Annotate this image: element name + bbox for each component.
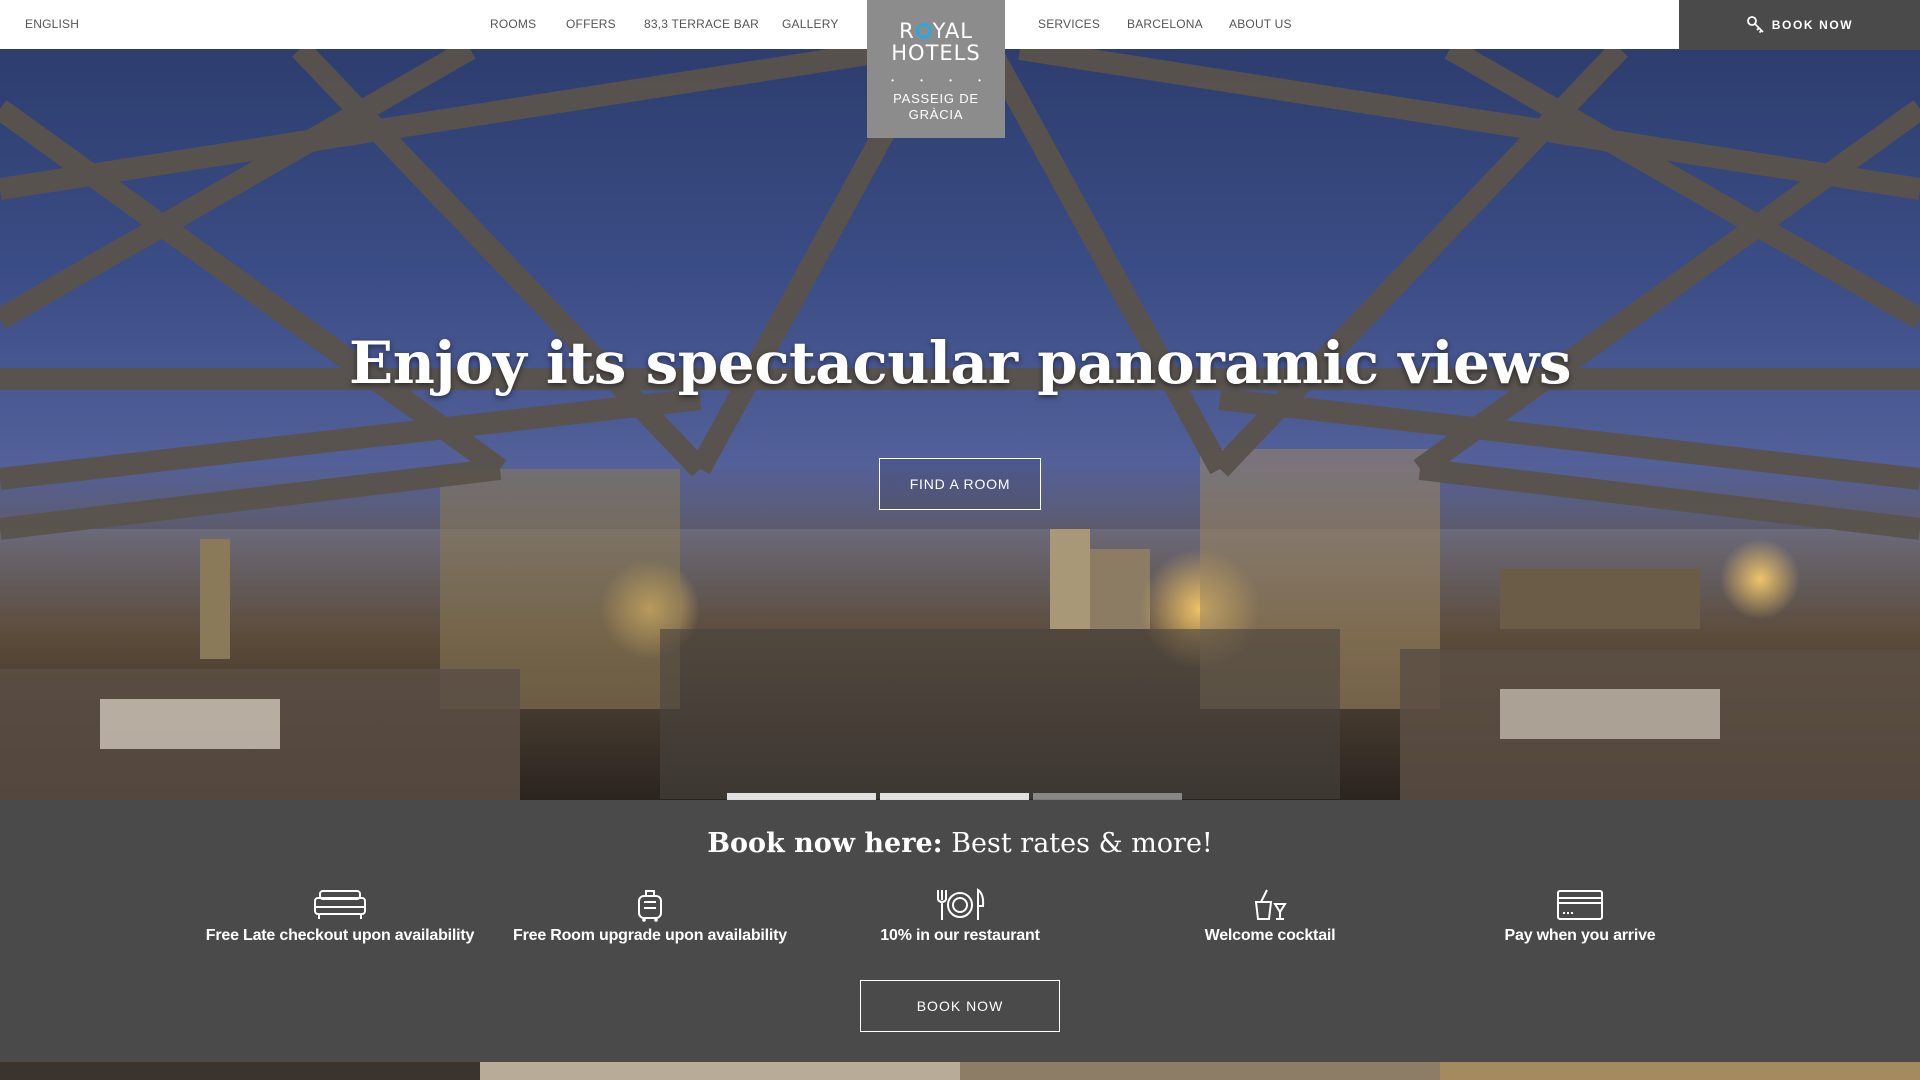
- slider-dot-2[interactable]: [880, 793, 1029, 800]
- logo-stars: • • • •: [891, 76, 993, 85]
- benefit-label: Free Room upgrade upon availability: [513, 927, 787, 944]
- booking-title: Book now here: Best rates & more!: [707, 828, 1213, 859]
- gallery-preview-strip: [0, 1062, 1920, 1080]
- language-selector[interactable]: ENGLISH: [25, 17, 79, 31]
- benefit-label: Pay when you arrive: [1504, 927, 1656, 944]
- logo-wordmark-royal: R YAL: [899, 19, 973, 43]
- credit-card-icon: [1557, 890, 1603, 920]
- nav-gallery[interactable]: GALLERY: [782, 17, 839, 31]
- gallery-thumb-4[interactable]: [1440, 1062, 1920, 1080]
- gallery-thumb-1[interactable]: [0, 1062, 480, 1080]
- book-now-top-label: BOOK NOW: [1771, 18, 1854, 32]
- nav-barcelona[interactable]: BARCELONA: [1127, 17, 1203, 31]
- luggage-icon: [638, 890, 662, 922]
- hero-slider: Enjoy its spectacular panoramic views FI…: [0, 49, 1920, 800]
- nav-about-us[interactable]: ABOUT US: [1229, 17, 1292, 31]
- benefit-pay-on-arrival: Pay when you arrive: [1430, 887, 1730, 945]
- hero-background-image: [0, 49, 1920, 800]
- nav-offers[interactable]: OFFERS: [566, 17, 616, 31]
- benefit-welcome-cocktail: Welcome cocktail: [1120, 887, 1420, 945]
- restaurant-icon: [937, 888, 985, 920]
- slider-dot-3[interactable]: [1033, 793, 1182, 800]
- benefit-label: 10% in our restaurant: [880, 927, 1040, 944]
- logo-location: PASSEIG DE GRÀCIA: [893, 91, 979, 122]
- royal-hotels-logo[interactable]: R YAL HOTELS • • • • PASSEIG DE GRÀCIA: [867, 0, 1005, 138]
- nav-services[interactable]: SERVICES: [1038, 17, 1100, 31]
- logo-wordmark-hotels: HOTELS: [891, 41, 981, 65]
- benefit-label: Free Late checkout upon availability: [205, 927, 475, 944]
- hero-title: Enjoy its spectacular panoramic views: [348, 329, 1572, 397]
- gallery-thumb-2[interactable]: [480, 1062, 960, 1080]
- slider-pagination: [727, 793, 1182, 800]
- benefit-restaurant-discount: 10% in our restaurant: [810, 887, 1110, 945]
- benefit-label: Welcome cocktail: [1204, 927, 1336, 944]
- slider-dot-1[interactable]: [727, 793, 876, 800]
- benefit-late-checkout: Free Late checkout upon availability: [190, 887, 490, 945]
- nav-rooms[interactable]: ROOMS: [490, 17, 536, 31]
- key-icon: [1746, 16, 1764, 34]
- book-now-button[interactable]: BOOK NOW: [860, 980, 1060, 1032]
- find-a-room-button[interactable]: FIND A ROOM: [879, 458, 1041, 510]
- cocktail-icon: [1254, 889, 1287, 920]
- bed-icon: [314, 890, 366, 919]
- nav-terrace-bar[interactable]: 83,3 TERRACE BAR: [644, 17, 759, 31]
- booking-benefits-section: Book now here: Best rates & more! Free L…: [0, 800, 1920, 1062]
- benefit-room-upgrade: Free Room upgrade upon availability: [500, 887, 800, 945]
- book-now-top-button[interactable]: BOOK NOW: [1679, 0, 1920, 50]
- gallery-thumb-3[interactable]: [960, 1062, 1440, 1080]
